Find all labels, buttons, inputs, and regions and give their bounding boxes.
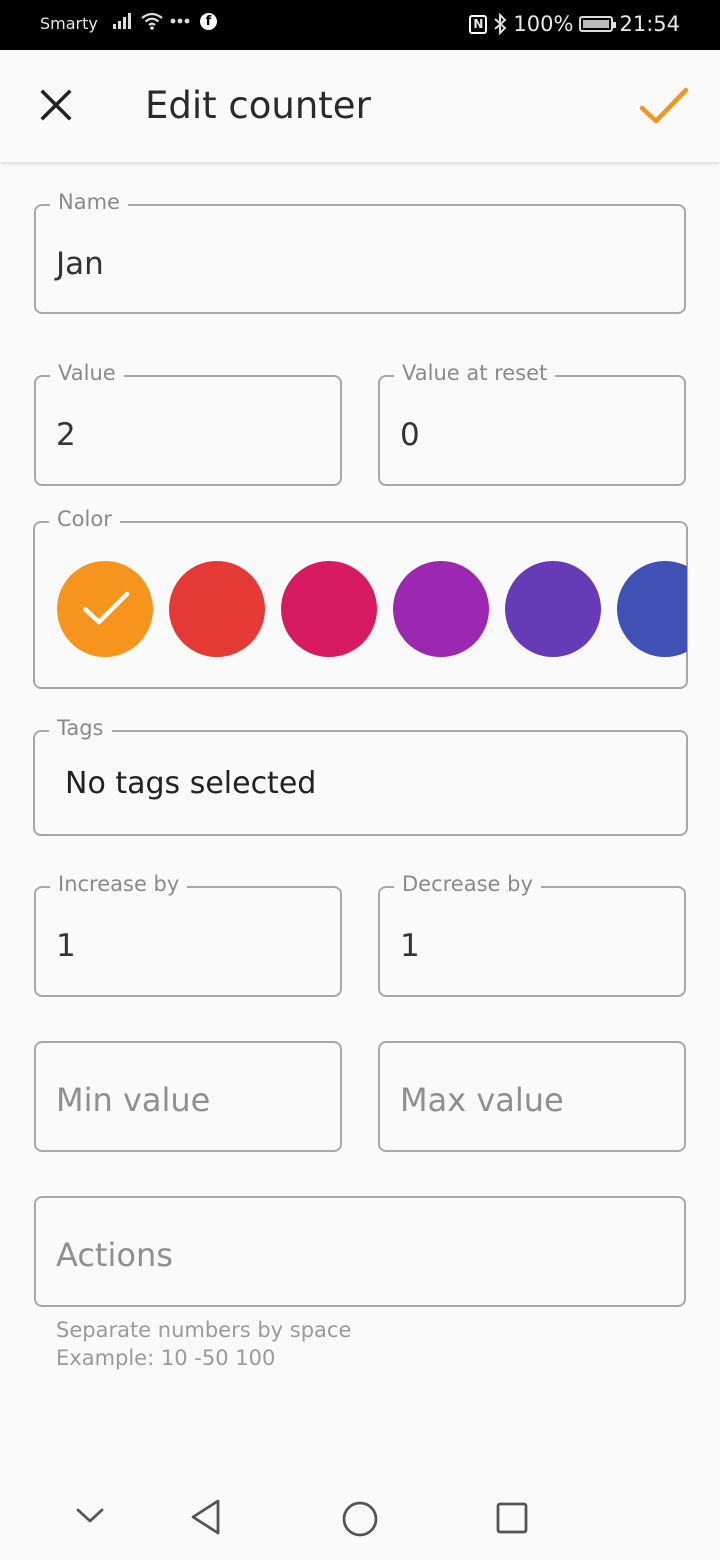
tags-value: No tags selected: [65, 766, 317, 801]
color-swatch-purple[interactable]: [393, 561, 489, 657]
color-field: Color: [33, 507, 688, 689]
home-circle-icon[interactable]: [341, 1500, 379, 1538]
system-nav-bar: [0, 1470, 720, 1560]
status-left-icons: f: [112, 11, 217, 31]
status-bar: Smarty f N 100% 21:54: [0, 0, 720, 50]
actions-helper-line-1: Separate numbers by space: [56, 1318, 352, 1342]
tags-field[interactable]: Tags No tags selected: [33, 716, 688, 836]
decrease-by-label: Decrease by: [394, 872, 541, 896]
close-icon[interactable]: [36, 85, 76, 125]
battery-percent: 100%: [513, 12, 574, 36]
more-notifications-icon: [170, 18, 190, 24]
page-title: Edit counter: [145, 84, 371, 127]
check-icon[interactable]: [638, 84, 690, 128]
name-field[interactable]: Name Jan: [34, 190, 686, 314]
facebook-icon: f: [200, 12, 217, 30]
decrease-by-field[interactable]: Decrease by 1: [378, 872, 686, 997]
chevron-down-icon[interactable]: [74, 1506, 106, 1526]
app-bar: Edit counter: [0, 50, 720, 162]
color-swatch-red[interactable]: [169, 561, 265, 657]
back-triangle-icon[interactable]: [188, 1498, 224, 1536]
max-value-field[interactable]: Max value: [378, 1041, 686, 1152]
increase-by-value: 1: [56, 928, 76, 964]
color-swatch-orange[interactable]: [57, 561, 153, 657]
name-value: Jan: [56, 246, 104, 282]
min-value-placeholder: Min value: [56, 1081, 211, 1119]
actions-helper-line-2: Example: 10 -50 100: [56, 1346, 276, 1370]
carrier-name: Smarty: [40, 14, 98, 33]
status-right-icons: N 100% 21:54: [469, 12, 680, 36]
min-value-field[interactable]: Min value: [34, 1041, 342, 1152]
value-label: Value: [50, 361, 124, 385]
actions-helper-text: Separate numbers by space Example: 10 -5…: [56, 1316, 351, 1372]
color-swatch-pink[interactable]: [281, 561, 377, 657]
value-at-reset-label: Value at reset: [394, 361, 556, 385]
wifi-icon: [141, 12, 163, 30]
color-label: Color: [49, 507, 120, 531]
color-swatch-deep-purple[interactable]: [505, 561, 601, 657]
actions-field[interactable]: Actions: [34, 1196, 686, 1307]
recents-square-icon[interactable]: [495, 1501, 529, 1535]
value-at-reset-value: 0: [400, 417, 420, 453]
bluetooth-icon: [494, 13, 507, 35]
value-at-reset-field[interactable]: Value at reset 0: [378, 361, 686, 486]
clock: 21:54: [619, 12, 680, 36]
actions-placeholder: Actions: [56, 1236, 173, 1274]
nfc-icon: N: [469, 14, 488, 34]
color-swatch-row: [55, 561, 687, 659]
color-swatch-indigo[interactable]: [617, 561, 687, 657]
max-value-placeholder: Max value: [400, 1081, 564, 1119]
decrease-by-value: 1: [400, 928, 420, 964]
check-icon: [83, 591, 129, 625]
value-field[interactable]: Value 2: [34, 361, 342, 486]
value-value: 2: [56, 417, 76, 453]
increase-by-field[interactable]: Increase by 1: [34, 872, 342, 997]
increase-by-label: Increase by: [50, 872, 188, 896]
battery-icon: [579, 16, 617, 32]
signal-icon: [113, 13, 131, 29]
tags-label: Tags: [49, 716, 112, 740]
name-label: Name: [50, 190, 128, 214]
